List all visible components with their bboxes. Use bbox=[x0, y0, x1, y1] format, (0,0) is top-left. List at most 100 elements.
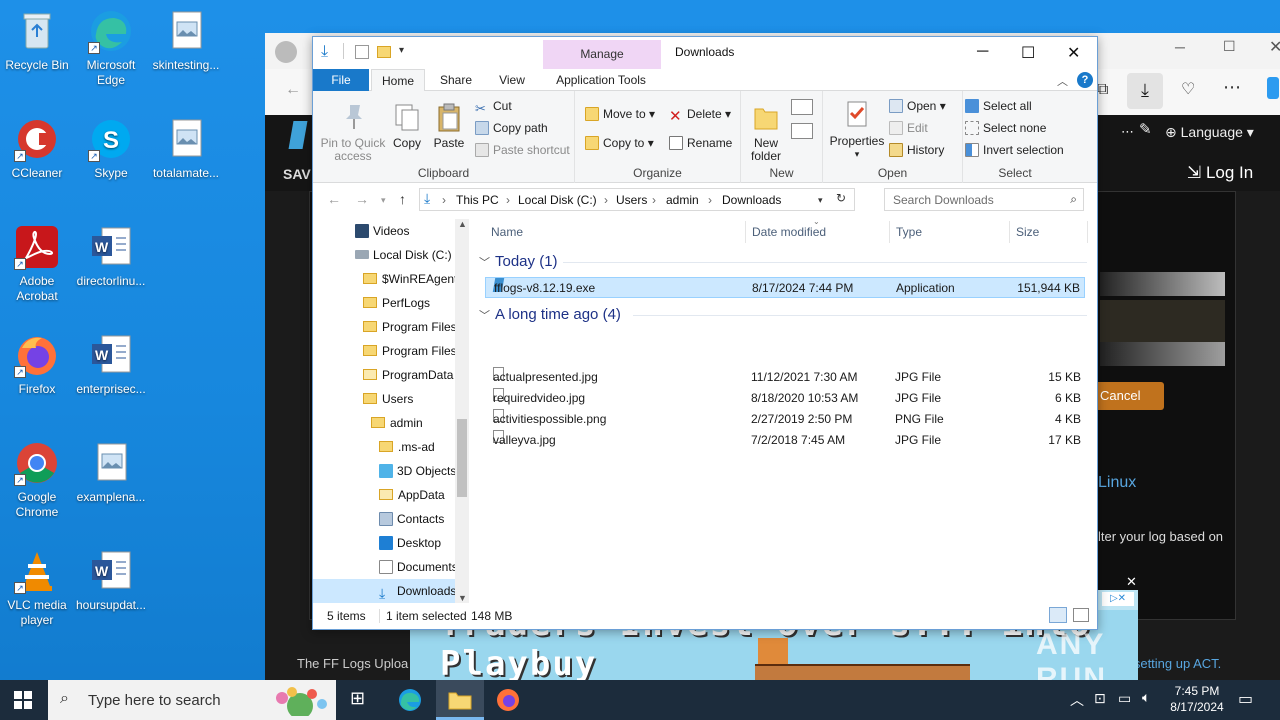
nav-item-3d-objects[interactable]: 3D Objects bbox=[379, 459, 456, 483]
properties-qa-icon[interactable] bbox=[355, 45, 369, 59]
document-shortcut-3[interactable]: W hoursupdat... bbox=[74, 548, 148, 613]
more-icon[interactable]: ⋯ bbox=[1121, 124, 1134, 140]
start-button[interactable] bbox=[14, 691, 32, 709]
nav-item-folder[interactable]: AppData bbox=[379, 483, 445, 507]
breadcrumb-this-pc[interactable]: This PC bbox=[456, 193, 499, 207]
move-to-button[interactable]: Move to ▾ bbox=[585, 107, 655, 121]
pin-icon[interactable]: ✎ bbox=[1139, 120, 1152, 138]
breadcrumb[interactable]: ⤓ › This PC › Local Disk (C:) › Users › … bbox=[419, 188, 855, 211]
breadcrumb-users[interactable]: Users bbox=[616, 193, 647, 207]
copy-to-button[interactable]: Copy to ▾ bbox=[585, 136, 654, 150]
recent-locations-icon[interactable]: ▾ bbox=[381, 195, 386, 206]
new-item-icon[interactable] bbox=[791, 99, 813, 115]
search-input[interactable]: Search Downloads ⌕ bbox=[884, 188, 1084, 211]
adobe-acrobat-shortcut[interactable]: ↗ Adobe Acrobat bbox=[0, 224, 74, 304]
nav-item-folder[interactable]: .ms-ad bbox=[379, 435, 435, 459]
skype-shortcut[interactable]: S ↗ Skype bbox=[74, 116, 148, 181]
taskbar-file-explorer[interactable] bbox=[436, 680, 484, 720]
cancel-button[interactable]: Cancel bbox=[1094, 382, 1164, 410]
rename-button[interactable]: Rename bbox=[669, 136, 732, 150]
paste-button[interactable]: Paste bbox=[429, 101, 469, 150]
scroll-down-icon[interactable]: ▼ bbox=[458, 593, 467, 603]
help-icon[interactable]: ? bbox=[1077, 72, 1093, 88]
chrome-shortcut[interactable]: ↗ Google Chrome bbox=[0, 440, 74, 520]
nav-item-folder[interactable]: ProgramData bbox=[363, 363, 453, 387]
properties-dropdown-icon[interactable]: ▾ bbox=[829, 148, 885, 161]
new-folder-qa-icon[interactable] bbox=[377, 46, 391, 58]
browser-maximize-icon[interactable]: ☐ bbox=[1223, 38, 1236, 55]
column-date-header[interactable]: Date modified bbox=[752, 225, 826, 239]
linux-link[interactable]: Linux bbox=[1098, 474, 1136, 492]
nav-item-folder[interactable]: $WinREAgent bbox=[363, 267, 457, 291]
column-type-header[interactable]: Type bbox=[896, 225, 922, 239]
taskbar-edge[interactable] bbox=[398, 688, 422, 712]
breadcrumb-local-disk[interactable]: Local Disk (C:) bbox=[518, 193, 597, 207]
extensions-icon[interactable]: ⧉ bbox=[1097, 81, 1108, 99]
quick-access-download-icon[interactable]: ⤓ bbox=[321, 43, 328, 61]
group-collapse-icon[interactable]: ﹀ bbox=[479, 307, 490, 323]
adchoices-icon[interactable]: ▷✕ bbox=[1102, 592, 1134, 606]
open-button[interactable]: Open ▾ bbox=[889, 99, 946, 113]
easy-access-icon[interactable] bbox=[791, 123, 813, 139]
document-shortcut-1[interactable]: W directorlinu... bbox=[74, 224, 148, 289]
maximize-icon[interactable]: ☐ bbox=[1021, 43, 1035, 63]
taskbar-search-input[interactable]: ⌕ Type here to search bbox=[48, 680, 336, 720]
nav-item-desktop[interactable]: Desktop bbox=[379, 531, 441, 555]
vlc-shortcut[interactable]: ↗ VLC media player bbox=[0, 548, 74, 628]
breadcrumb-downloads[interactable]: Downloads bbox=[722, 193, 781, 207]
nav-item-downloads[interactable]: ⤓ Downloads bbox=[313, 579, 469, 603]
tab-view[interactable]: View bbox=[489, 69, 535, 91]
task-view-icon[interactable]: ⊞ bbox=[350, 688, 374, 712]
settings-more-icon[interactable]: ⋯ bbox=[1223, 77, 1241, 98]
column-size-header[interactable]: Size bbox=[1016, 225, 1039, 239]
nav-item-contacts[interactable]: Contacts bbox=[379, 507, 444, 531]
paste-shortcut-button[interactable]: Paste shortcut bbox=[475, 143, 570, 157]
nav-scrollbar[interactable]: ▲ ▼ bbox=[455, 219, 469, 603]
file-row[interactable]: actualpresented.jpg 11/12/2021 7:30 AM J… bbox=[485, 367, 1085, 388]
file-row[interactable]: activitiespossible.png 2/27/2019 2:50 PM… bbox=[485, 409, 1085, 430]
file-row-selected[interactable]: fflogs-v8.12.19.exe 8/17/2024 7:44 PM Ap… bbox=[485, 277, 1085, 298]
pin-quick-access-button[interactable]: Pin to Quick access bbox=[317, 101, 389, 163]
nav-item-folder[interactable]: Program Files bbox=[363, 339, 457, 363]
group-collapse-icon[interactable]: ﹀ bbox=[479, 254, 490, 270]
properties-button[interactable]: Properties ▾ bbox=[829, 99, 885, 161]
file-row[interactable]: valleyva.jpg 7/2/2018 7:45 AM JPG File 1… bbox=[485, 430, 1085, 451]
cut-button[interactable]: ✂ Cut bbox=[475, 99, 512, 116]
nav-item-folder[interactable]: admin bbox=[371, 411, 423, 435]
group-header-today[interactable]: Today (1) bbox=[495, 253, 558, 270]
invert-selection-button[interactable]: Invert selection bbox=[965, 143, 1064, 157]
close-icon[interactable]: ✕ bbox=[1067, 43, 1080, 63]
tab-home[interactable]: Home bbox=[371, 69, 425, 92]
details-view-icon[interactable] bbox=[1049, 607, 1067, 623]
copy-button[interactable]: Copy bbox=[387, 101, 427, 150]
language-button[interactable]: ⊕ Language ▾ bbox=[1165, 124, 1254, 141]
copilot-icon[interactable] bbox=[1267, 77, 1279, 99]
breadcrumb-admin[interactable]: admin bbox=[666, 193, 699, 207]
document-shortcut-2[interactable]: W enterprisec... bbox=[74, 332, 148, 397]
nav-item-folder[interactable]: Program Files bbox=[363, 315, 457, 339]
image-shortcut-3[interactable]: totalamate... bbox=[149, 116, 223, 181]
forward-icon[interactable]: → bbox=[355, 191, 369, 207]
edit-button[interactable]: Edit bbox=[889, 121, 928, 135]
ad-close-icon[interactable]: ✕ bbox=[1126, 574, 1137, 590]
nav-item-videos[interactable]: Videos bbox=[355, 219, 409, 243]
clock[interactable]: 7:45 PM 8/17/2024 bbox=[1164, 684, 1230, 714]
scroll-up-icon[interactable]: ▲ bbox=[458, 219, 467, 229]
large-icons-view-icon[interactable] bbox=[1073, 608, 1089, 622]
tab-share[interactable]: Share bbox=[431, 69, 481, 91]
collapse-ribbon-icon[interactable]: ︿ bbox=[1057, 73, 1068, 89]
login-button[interactable]: ⇲ Log In bbox=[1187, 163, 1253, 183]
image-shortcut-2[interactable]: skintesting... bbox=[149, 8, 223, 73]
tab-file[interactable]: File bbox=[313, 69, 369, 91]
back-icon[interactable]: ← bbox=[327, 191, 341, 207]
refresh-icon[interactable]: ↻ bbox=[836, 191, 846, 205]
taskbar-firefox[interactable] bbox=[496, 688, 520, 712]
nav-item-folder[interactable]: Users bbox=[363, 387, 413, 411]
firefox-shortcut[interactable]: ↗ Firefox bbox=[0, 332, 74, 397]
ccleaner-shortcut[interactable]: ↗ CCleaner bbox=[0, 116, 74, 181]
browser-close-icon[interactable]: ✕ bbox=[1269, 37, 1280, 57]
recycle-bin-shortcut[interactable]: Recycle Bin bbox=[0, 8, 74, 73]
copy-path-button[interactable]: Copy path bbox=[475, 121, 548, 135]
nav-item-folder[interactable]: PerfLogs bbox=[363, 291, 430, 315]
column-name-header[interactable]: Name bbox=[491, 225, 523, 239]
